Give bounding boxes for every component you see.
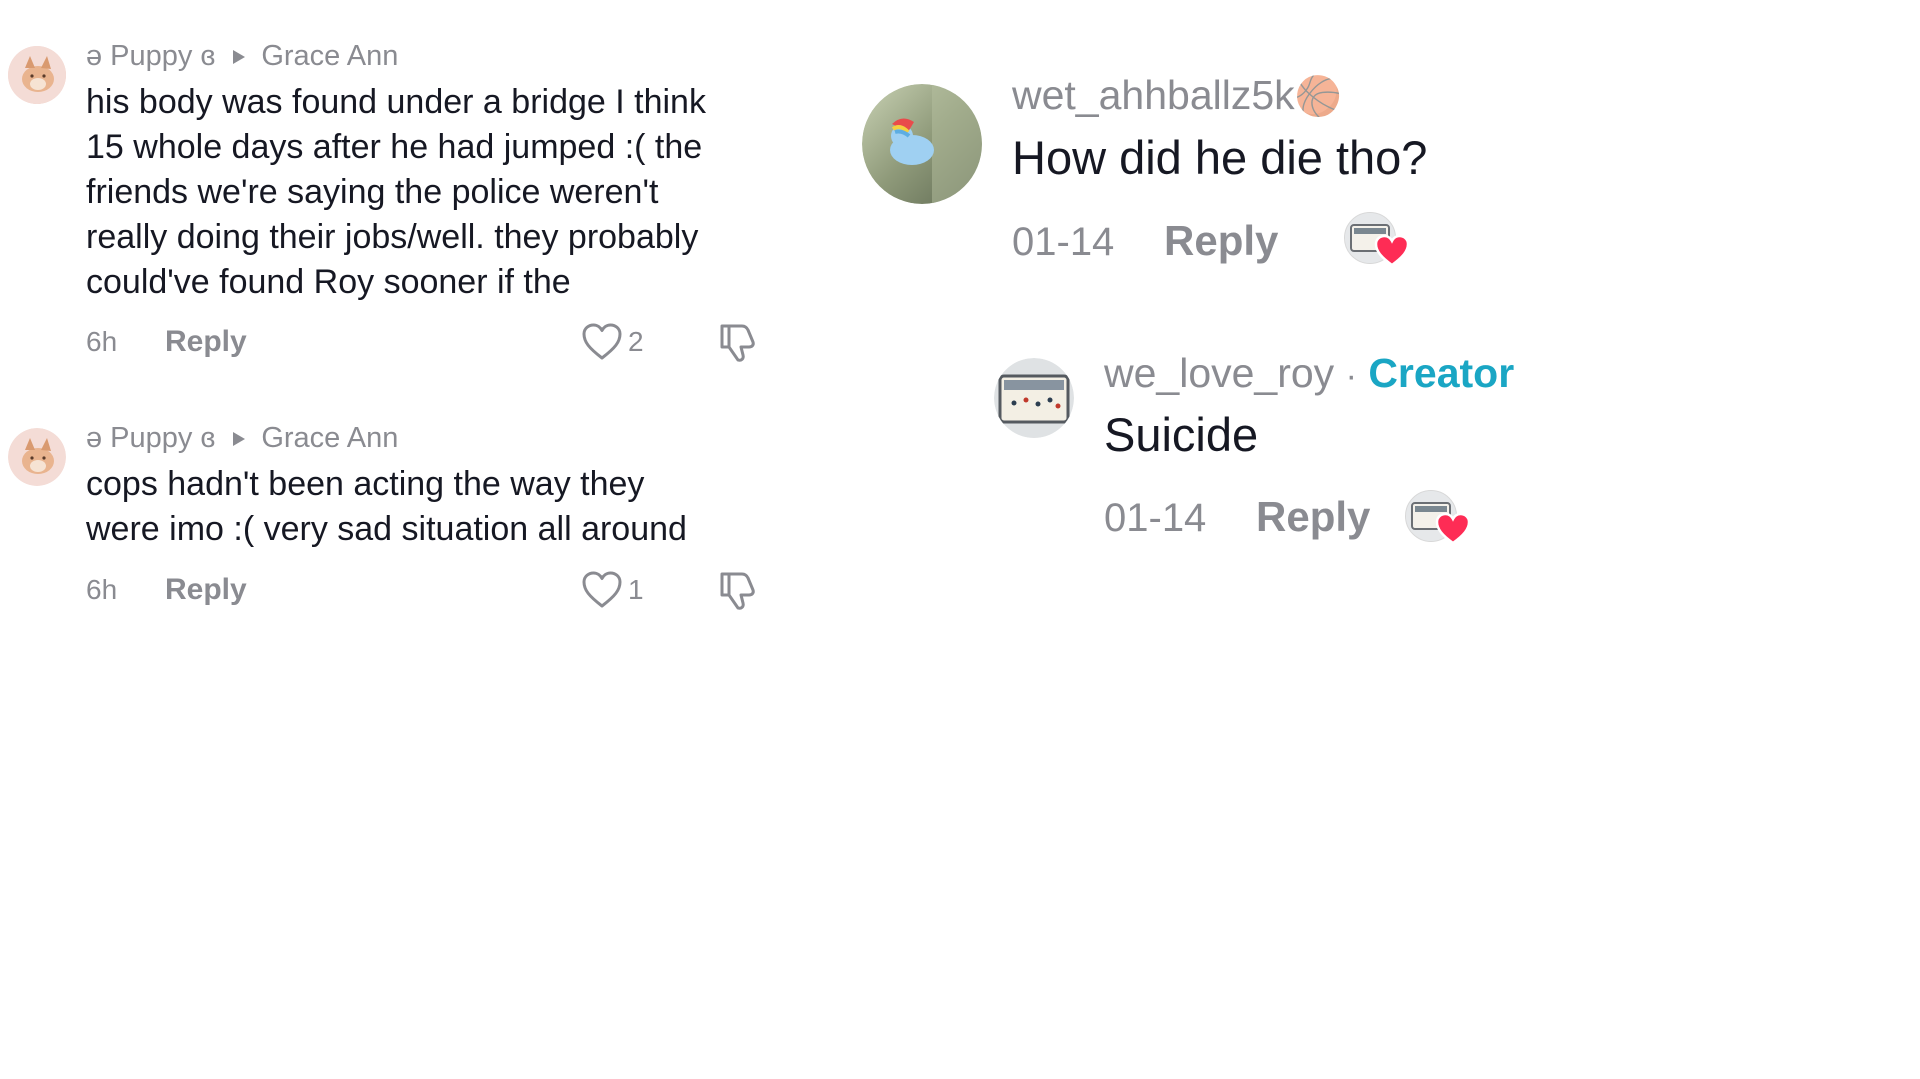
comment-1-line: could've found Roy sooner if the — [86, 263, 571, 301]
comment-1-line: friends we're saying the police weren't — [86, 173, 659, 211]
comment-1-text: his body was found under a bridge I thin… — [86, 80, 786, 305]
comment-2-like-count: 1 — [628, 574, 644, 605]
comment-wet-ahhballz-author[interactable]: wet_ahhballz5k — [1012, 72, 1295, 118]
comment-2-reply-button[interactable]: Reply — [165, 572, 247, 608]
comment-2-line: were imo :( very sad situation all aroun… — [86, 510, 687, 548]
reply-we-love-roy-text: Suicide — [1104, 408, 1259, 461]
heart-outline-icon[interactable] — [581, 322, 623, 362]
reply-we-love-roy-date: 01-14 — [1104, 496, 1207, 540]
creator-liked-indicator — [1405, 490, 1471, 548]
comment-wet-ahhballz-reply-button[interactable]: Reply — [1164, 216, 1278, 266]
comment-2-reply-to[interactable]: Grace Ann — [261, 422, 398, 454]
comment-2-line: cops hadn't been acting the way they — [86, 465, 645, 503]
play-arrow-icon — [233, 432, 246, 447]
comment-2-header: ə Puppy ɞ Grace Ann — [86, 420, 398, 456]
reply-we-love-roy-author-row: we_love_roy · Creator — [1104, 348, 1514, 398]
play-arrow-icon — [233, 50, 246, 65]
thumbs-down-icon[interactable] — [718, 320, 760, 364]
basketball-emoji-icon: 🏀 — [1294, 76, 1342, 118]
comment-2-text: cops hadn't been acting the way they wer… — [86, 462, 786, 552]
comment-1-like-count: 2 — [628, 326, 644, 357]
avatar-puppy[interactable] — [8, 46, 66, 104]
comment-wet-ahhballz-date: 01-14 — [1012, 220, 1115, 264]
creator-liked-heart-icon — [1374, 234, 1410, 268]
comment-1-header: ə Puppy ɞ Grace Ann — [86, 38, 398, 74]
avatar-wet-ahhballz[interactable] — [862, 84, 982, 204]
author-separator: · — [1345, 357, 1357, 395]
comment-1-reply-button[interactable]: Reply — [165, 324, 247, 360]
comment-wet-ahhballz-author-row: wet_ahhballz5k🏀 — [1012, 70, 1342, 120]
heart-outline-icon[interactable] — [581, 570, 623, 610]
avatar-puppy[interactable] — [8, 428, 66, 486]
thumbs-down-icon[interactable] — [718, 568, 760, 612]
creator-liked-heart-icon — [1435, 512, 1471, 546]
creator-badge: Creator — [1368, 350, 1515, 396]
comment-2-author[interactable]: ə Puppy ɞ — [86, 422, 215, 454]
comment-1-line: 15 whole days after he had jumped :( the — [86, 128, 703, 166]
reply-we-love-roy-reply-button[interactable]: Reply — [1256, 492, 1370, 542]
avatar-we-love-roy[interactable] — [994, 358, 1074, 438]
comment-1-line: his body was found under a bridge I thin… — [86, 83, 706, 121]
comment-wet-ahhballz-text: How did he die tho? — [1012, 131, 1428, 184]
creator-liked-indicator — [1344, 212, 1410, 270]
comment-2-time: 6h — [86, 574, 118, 605]
comment-1-time: 6h — [86, 326, 118, 357]
comment-1-reply-to[interactable]: Grace Ann — [261, 40, 398, 72]
comment-1-line: really doing their jobs/well. they proba… — [86, 218, 699, 256]
comment-1-author[interactable]: ə Puppy ɞ — [86, 40, 215, 72]
reply-we-love-roy-author[interactable]: we_love_roy — [1104, 350, 1334, 396]
